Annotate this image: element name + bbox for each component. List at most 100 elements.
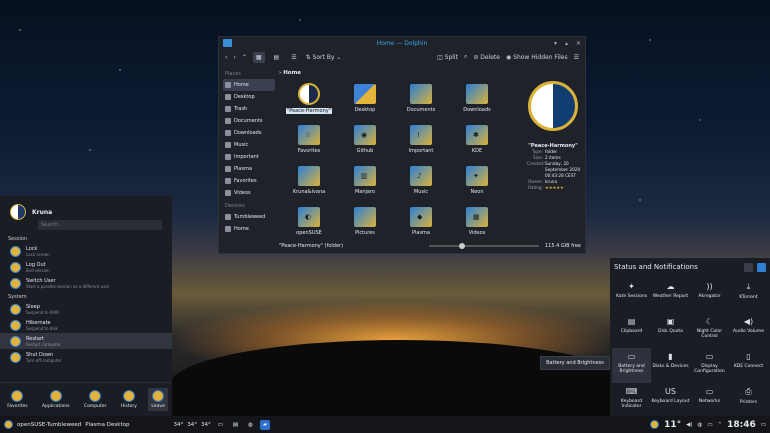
device-tumbleweed[interactable]: Tumbleweed [223, 211, 275, 223]
tray-item[interactable]: ▤ Clipboard [612, 313, 651, 348]
lock-item[interactable]: Lock Lock screen [0, 243, 172, 259]
file-item[interactable]: "Peace-Harmony" [281, 81, 337, 119]
file-item[interactable]: Pictures [337, 204, 393, 242]
breadcrumb[interactable]: › Home [279, 70, 301, 76]
place-videos[interactable]: Videos [223, 187, 275, 199]
tab-computer[interactable]: Computer [81, 388, 109, 411]
file-item[interactable]: ♪ Music [393, 163, 449, 201]
tray-item[interactable]: ☾ Night Color Control [690, 313, 729, 348]
file-item[interactable]: ▥ Manjaro [337, 163, 393, 201]
logout-item[interactable]: Log Out End session [0, 259, 172, 275]
delete-button[interactable]: ⊘ Delete [473, 54, 500, 61]
clock[interactable]: 18:46 [727, 420, 756, 430]
file-item[interactable]: ✱ KDE [449, 122, 505, 160]
file-item[interactable]: ▦ Videos [449, 204, 505, 242]
sleep-item[interactable]: Sleep Suspend to RAM [0, 301, 172, 317]
place-downloads[interactable]: Downloads [223, 127, 275, 139]
search-input[interactable]: Search... [38, 220, 162, 230]
tray-item[interactable]: )) Akregator [690, 278, 729, 313]
file-item[interactable]: Desktop [337, 81, 393, 119]
split-button[interactable]: ◫ Split [437, 54, 458, 61]
weather-temp[interactable]: 11° [664, 420, 681, 430]
battery-icon[interactable]: ▭ [707, 422, 712, 428]
window-titlebar[interactable]: Home — Dolphin ▾ ▴ ✕ [219, 37, 585, 49]
device-home[interactable]: Home [223, 223, 275, 235]
file-item[interactable]: ◐ openSUSE [281, 204, 337, 242]
expand-icon[interactable]: ⌃ [718, 422, 723, 428]
file-item[interactable]: ◆ Plasma [393, 204, 449, 242]
tray-item[interactable]: ⤓ KTorrent [729, 278, 768, 313]
back-icon[interactable]: ‹ [225, 54, 227, 61]
tray-item[interactable]: ▭ Networks [690, 383, 729, 418]
tray-item[interactable]: ▯ KDE Connect [729, 348, 768, 383]
maximize-icon[interactable]: ▴ [565, 40, 568, 47]
tab-history[interactable]: History [118, 388, 140, 411]
minimize-icon[interactable]: ▾ [554, 40, 557, 47]
place-home[interactable]: Home [223, 79, 275, 91]
distro-label[interactable]: openSUSE-Tumbleweed [17, 422, 81, 428]
temp-2: 34° [187, 421, 197, 428]
place-trash[interactable]: Trash [223, 103, 275, 115]
tray-item[interactable]: ⌨ Keyboard Indicator [612, 383, 651, 418]
shutdown-item[interactable]: Shut Down Turn off computer [0, 349, 172, 365]
network-icon[interactable]: ◍ [698, 422, 703, 428]
tab-leave[interactable]: Leave [148, 388, 168, 411]
tray-item[interactable]: ✦ Kate Sessions [612, 278, 651, 313]
switch-user-item[interactable]: Switch User Start a parallel session as a… [0, 275, 172, 291]
file-item[interactable]: ☆ Favorites [281, 122, 337, 160]
menu-icon[interactable]: ☰ [574, 54, 579, 61]
search-icon[interactable]: ⌕ [464, 53, 467, 61]
tab-favorites[interactable]: Favorites [4, 388, 30, 411]
tray-item[interactable]: US Keyboard Layout [651, 383, 690, 418]
compact-view-button[interactable]: ▤ [271, 52, 283, 63]
icons-view-button[interactable]: ▦ [252, 51, 265, 63]
tray-item[interactable]: ▭ Battery and Brightness [612, 348, 651, 383]
rating-stars[interactable]: ★★★★★ [545, 185, 564, 191]
file-item[interactable]: Documents [393, 81, 449, 119]
tray-item[interactable]: ▮ Disks & Devices [651, 348, 690, 383]
info-key: Created: [527, 161, 545, 166]
important-folder-icon: ! [410, 125, 432, 145]
place-label: Favorites [234, 178, 257, 184]
place-plasma[interactable]: Plasma [223, 163, 275, 175]
show-desktop-icon[interactable]: ▭ [761, 422, 766, 428]
window-controls: ▾ ▴ ✕ [554, 40, 581, 47]
place-music[interactable]: Music [223, 139, 275, 151]
task-dolphin[interactable]: ▰ [259, 419, 271, 430]
file-item[interactable]: Kruna&Ivana [281, 163, 337, 201]
restart-item[interactable]: Restart Restart computer [0, 333, 172, 349]
tray-item[interactable]: ☁ Weather Report [651, 278, 690, 313]
task-terminal[interactable]: ▤ [230, 420, 241, 430]
up-icon[interactable]: ⌃ [242, 54, 247, 61]
place-important[interactable]: Important [223, 151, 275, 163]
weather-icon[interactable] [650, 420, 660, 429]
tray-item[interactable]: ▭ Display Configuration [690, 348, 729, 383]
tab-applications[interactable]: Applications [39, 388, 73, 411]
close-icon[interactable]: ✕ [576, 40, 581, 47]
pin-icon[interactable] [757, 262, 766, 272]
opensuse-icon[interactable] [4, 420, 13, 429]
avatar[interactable] [10, 204, 26, 220]
hibernate-item[interactable]: Hibernate Suspend to disk [0, 317, 172, 333]
configure-icon[interactable] [744, 262, 753, 272]
desktop-label[interactable]: Plasma Desktop [85, 422, 129, 428]
place-favorites[interactable]: Favorites [223, 175, 275, 187]
place-documents[interactable]: Documents [223, 115, 275, 127]
details-view-button[interactable]: ☰ [288, 52, 299, 63]
file-item[interactable]: ! Important [393, 122, 449, 160]
file-item[interactable]: Downloads [449, 81, 505, 119]
place-desktop[interactable]: Desktop [223, 91, 275, 103]
zoom-slider[interactable] [428, 243, 539, 249]
file-item[interactable]: ◉ Github [337, 122, 393, 160]
task-firefox[interactable]: ◍ [245, 420, 256, 430]
hidden-files-button[interactable]: ◉ Show Hidden Files [506, 54, 568, 61]
tray-item[interactable]: ◀) Audio Volume [729, 313, 768, 348]
file-name: KDE [471, 148, 483, 154]
file-item[interactable]: ✦ Neon [449, 163, 505, 201]
tray-item[interactable]: ▣ Disk Quota [651, 313, 690, 348]
sort-button[interactable]: ⇅ Sort By ⌄ [306, 54, 342, 61]
task-files[interactable]: ▭ [215, 420, 226, 430]
tray-item[interactable]: ⎙ Printers [729, 383, 768, 418]
forward-icon[interactable]: › [233, 54, 235, 61]
volume-icon[interactable]: ◀) [686, 422, 692, 428]
